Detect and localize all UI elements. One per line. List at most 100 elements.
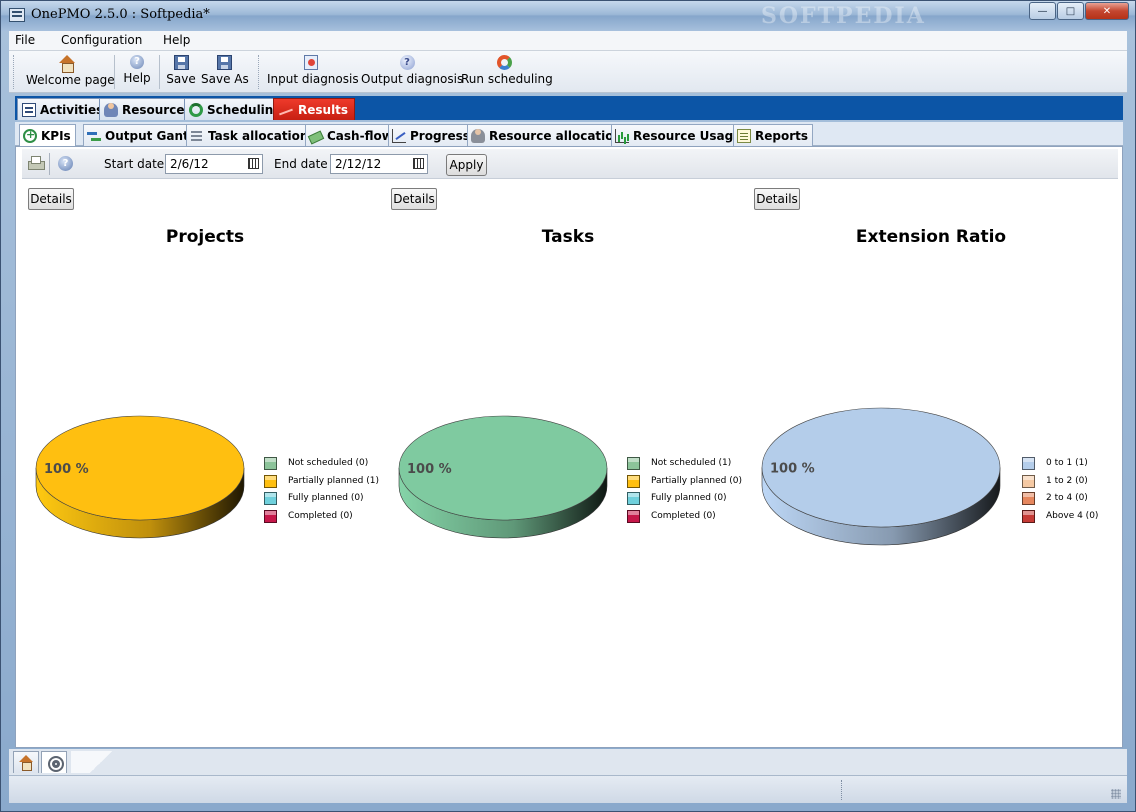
- projects-legend: Not scheduled (0) Partially planned (1) Fu…: [264, 456, 379, 526]
- start-date-value: 2/6/12: [170, 157, 209, 171]
- close-button[interactable]: ✕: [1085, 2, 1129, 20]
- projects-pie-chart[interactable]: 100 %: [30, 413, 250, 543]
- extension-ratio-details-button[interactable]: Details: [754, 188, 800, 210]
- tab-task-allocations[interactable]: Task allocations: [186, 124, 321, 146]
- apply-button[interactable]: Apply: [446, 154, 487, 176]
- results-icon: [278, 103, 294, 117]
- scheduling-icon: [189, 102, 203, 117]
- output-diagnosis-icon: ?: [399, 55, 415, 70]
- legend-item: Fully planned (0): [627, 491, 742, 509]
- legend-item: Completed (0): [264, 509, 379, 527]
- toolbar-grip[interactable]: [13, 55, 16, 89]
- legend-label: Fully planned (0): [651, 493, 727, 503]
- app-window: OnePMO 2.5.0 : Softpedia* SOFTPEDIA — □ …: [0, 0, 1136, 812]
- help-label: Help: [123, 71, 151, 85]
- tab-resource-usage[interactable]: Resource Usage: [611, 124, 747, 146]
- toolbar: Welcome page ? Help Save Save As Input d…: [9, 51, 1127, 93]
- tab-resource-allocations[interactable]: Resource allocations: [467, 124, 635, 146]
- tab-resource-usage-label: Resource Usage: [633, 128, 742, 143]
- help-button[interactable]: ? Help: [119, 53, 155, 91]
- start-date-input[interactable]: 2/6/12: [165, 154, 263, 174]
- title-bar[interactable]: OnePMO 2.5.0 : Softpedia* SOFTPEDIA — □ …: [1, 1, 1135, 31]
- legend-swatch: [627, 492, 640, 505]
- output-diagnosis-button[interactable]: ? Output diagnosis: [361, 53, 464, 91]
- save-as-button[interactable]: Save As: [201, 53, 249, 91]
- tab-activities[interactable]: Activities: [17, 98, 111, 120]
- tasks-legend: Not scheduled (1) Partially planned (0) Fu…: [627, 456, 742, 526]
- tab-task-allocations-label: Task allocations: [208, 128, 316, 143]
- welcome-page-button[interactable]: Welcome page: [26, 53, 115, 91]
- projects-chart-title: Projects: [165, 227, 245, 247]
- welcome-page-label: Welcome page: [26, 73, 115, 87]
- legend-label: 2 to 4 (0): [1046, 493, 1088, 503]
- legend-swatch: [1022, 457, 1035, 470]
- legend-label: Partially planned (1): [288, 475, 379, 486]
- progress-icon: [392, 128, 406, 143]
- title-watermark: SOFTPEDIA: [761, 3, 926, 29]
- help-icon[interactable]: ?: [58, 156, 73, 171]
- app-icon[interactable]: [9, 8, 25, 22]
- save-button[interactable]: Save: [164, 53, 198, 91]
- menu-configuration[interactable]: Configuration: [61, 33, 142, 47]
- tab-results-label: Results: [298, 102, 349, 117]
- tab-progress[interactable]: Progress: [388, 124, 475, 146]
- tasks-pie-chart[interactable]: 100 %: [393, 413, 613, 543]
- input-diagnosis-label: Input diagnosis: [267, 72, 359, 86]
- legend-label: Fully planned (0): [288, 493, 364, 503]
- results-sub-tab-bar: KPIs Output Gantt Task allocations Cash-…: [15, 122, 1123, 147]
- legend-swatch: [264, 474, 277, 488]
- legend-item: Completed (0): [627, 509, 742, 527]
- projects-details-button[interactable]: Details: [28, 188, 74, 210]
- activities-icon: [22, 102, 36, 117]
- legend-swatch: [1022, 474, 1035, 488]
- reports-icon: [737, 128, 751, 143]
- run-scheduling-icon: [496, 55, 512, 70]
- maximize-button[interactable]: □: [1057, 2, 1084, 20]
- legend-swatch: [1022, 509, 1035, 523]
- save-as-label: Save As: [201, 72, 249, 86]
- legend-item: Not scheduled (0): [264, 456, 379, 474]
- tab-reports-label: Reports: [755, 128, 809, 143]
- tab-reports[interactable]: Reports: [733, 124, 814, 146]
- kpis-panel: ? Start date 2/6/12 End date 2/12/12 App…: [15, 146, 1123, 748]
- tab-output-gantt[interactable]: Output Gantt: [83, 124, 200, 146]
- toolbar-grip[interactable]: [258, 55, 261, 89]
- end-date-value: 2/12/12: [335, 157, 382, 171]
- tab-strip-edge: [71, 751, 131, 773]
- end-date-input[interactable]: 2/12/12: [330, 154, 428, 174]
- legend-label: Completed (0): [651, 510, 716, 521]
- legend-swatch: [627, 474, 640, 488]
- results-perspective-tab[interactable]: [41, 751, 67, 773]
- extension-ratio-pie-chart[interactable]: 100 %: [756, 405, 1006, 550]
- filter-separator: [49, 153, 50, 175]
- menu-file[interactable]: File: [15, 33, 35, 47]
- tab-results[interactable]: Results: [273, 98, 356, 120]
- minimize-icon: —: [1037, 5, 1048, 17]
- save-icon: [173, 55, 189, 70]
- save-label: Save: [166, 72, 196, 86]
- output-diagnosis-label: Output diagnosis: [361, 72, 464, 86]
- print-icon[interactable]: [28, 156, 45, 170]
- close-icon: ✕: [1102, 5, 1112, 17]
- legend-item: Fully planned (0): [264, 491, 379, 509]
- status-bar: [9, 775, 1127, 803]
- run-scheduling-button[interactable]: Run scheduling: [461, 53, 553, 91]
- tab-kpis-label: KPIs: [41, 129, 71, 143]
- legend-swatch: [627, 509, 640, 523]
- perspective-tab-strip: [9, 749, 1127, 775]
- tab-cash-flow[interactable]: Cash-flow: [305, 124, 398, 146]
- calendar-icon[interactable]: [248, 158, 259, 169]
- start-date-label: Start date: [104, 157, 165, 171]
- tasks-details-button[interactable]: Details: [391, 188, 437, 210]
- input-diagnosis-button[interactable]: Input diagnosis: [267, 53, 359, 91]
- input-diagnosis-icon: [304, 55, 318, 70]
- toolbar-separator: [159, 55, 160, 89]
- calendar-icon[interactable]: [413, 158, 424, 169]
- tab-progress-label: Progress: [410, 128, 470, 143]
- menu-help[interactable]: Help: [163, 33, 190, 47]
- home-perspective-tab[interactable]: [13, 751, 39, 773]
- resize-grip[interactable]: [1111, 789, 1121, 799]
- help-icon: ?: [130, 55, 144, 69]
- tab-kpis[interactable]: KPIs: [19, 124, 76, 147]
- minimize-button[interactable]: —: [1029, 2, 1056, 20]
